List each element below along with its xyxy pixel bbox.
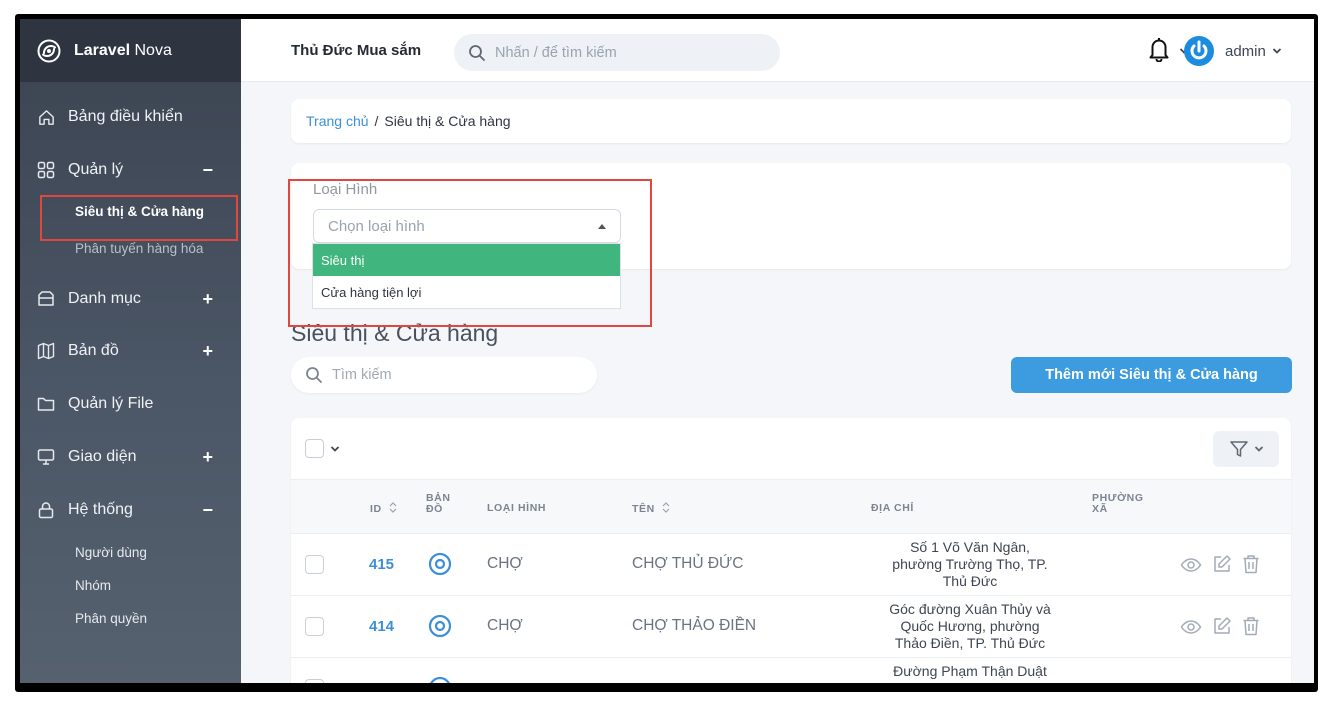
sidebar-item-he-thong[interactable]: Hệ thống − (20, 495, 241, 525)
trash-icon[interactable] (1242, 554, 1260, 574)
sidebar-item-label: Quản lý (68, 161, 124, 178)
table-toolbar (291, 418, 1291, 480)
lock-icon (36, 500, 56, 520)
row-id-link[interactable]: 414 (369, 618, 394, 635)
collapse-toggle[interactable]: − (202, 500, 213, 521)
sidebar-item-label: Hệ thống (68, 501, 133, 518)
sidebar-item-quan-ly-file[interactable]: Quản lý File (20, 389, 241, 419)
top-header: Thủ Đức Mua sắm Nhấn / để tìm kiếm admin (241, 19, 1314, 82)
row-id-link[interactable]: 415 (369, 556, 394, 573)
sort-icon (662, 502, 670, 513)
table-row: Đường Phạm Thận Duật (291, 658, 1291, 683)
row-address: Số 1 Võ Văn Ngân, phường Trường Thọ, TP. T… (892, 539, 1048, 589)
chevron-down-icon (1254, 446, 1263, 452)
breadcrumb-home-link[interactable]: Trang chủ (306, 113, 369, 129)
resource-table: ID BẢN ĐỒ LOẠI HÌNH TÊN ĐỊA CHỈ PHƯỜNG XÃ … (291, 418, 1291, 683)
search-icon (469, 44, 485, 61)
filter-button[interactable] (1213, 431, 1279, 467)
power-avatar-icon (1184, 36, 1214, 66)
file-folder-icon (36, 394, 56, 414)
search-placeholder: Nhấn / để tìm kiếm (495, 44, 617, 61)
brand[interactable]: Laravel Nova (20, 19, 241, 82)
sidebar-item-dashboard[interactable]: Bảng điều khiển (20, 102, 241, 132)
sidebar-subitem-phan-tuyen[interactable]: Phân tuyến hàng hóa (75, 241, 203, 256)
resource-search-input[interactable]: Tìm kiếm (291, 357, 597, 393)
row-address: Đường Phạm Thận Duật (893, 663, 1047, 679)
add-store-button[interactable]: Thêm mới Siêu thị & Cửa hàng (1011, 357, 1292, 393)
column-header-map: BẢN ĐỒ (426, 492, 451, 515)
breadcrumb-separator: / (374, 113, 379, 129)
column-header-address: ĐỊA CHỈ (871, 502, 914, 514)
table-row: 414 CHỢ CHỢ THẢO ĐIỀN Góc đường Xuân Thủ… (291, 596, 1291, 658)
column-header-type: LOẠI HÌNH (487, 502, 547, 514)
edit-icon[interactable] (1212, 554, 1232, 574)
row-type: CHỢ (487, 617, 523, 634)
expand-toggle[interactable]: + (202, 341, 213, 362)
map-icon (36, 341, 56, 361)
table-row: 415 CHỢ CHỢ THỦ ĐỨC Số 1 Võ Văn Ngân, phư… (291, 534, 1291, 596)
brand-name: Laravel Nova (74, 41, 172, 59)
map-pin-icon[interactable] (428, 676, 452, 683)
user-menu[interactable]: admin (1183, 35, 1282, 67)
map-pin-icon[interactable] (428, 552, 452, 576)
row-name: CHỢ THẢO ĐIỀN (632, 617, 757, 634)
sidebar: Laravel Nova Bảng điều khiển Quản lý − S… (20, 19, 241, 683)
chevron-down-icon (330, 445, 340, 452)
highlight-box-filter (288, 179, 652, 327)
global-search-input[interactable]: Nhấn / để tìm kiếm (454, 34, 780, 71)
grid-icon (36, 160, 56, 180)
breadcrumb: Trang chủ / Siêu thị & Cửa hàng (291, 99, 1291, 143)
user-name: admin (1225, 42, 1266, 60)
column-header-ward: PHƯỜNG XÃ (1092, 492, 1144, 515)
row-checkbox[interactable] (305, 679, 324, 683)
sidebar-subitem-nhom[interactable]: Nhóm (75, 578, 111, 593)
row-address: Góc đường Xuân Thủy và Quốc Hương, phường… (889, 601, 1051, 651)
collapse-toggle[interactable]: − (202, 160, 213, 181)
bell-icon (1149, 38, 1169, 63)
table-header: ID BẢN ĐỒ LOẠI HÌNH TÊN ĐỊA CHỈ PHƯỜNG XÃ (291, 480, 1291, 534)
chevron-down-icon (1272, 48, 1281, 54)
map-pin-icon[interactable] (428, 614, 452, 638)
row-checkbox[interactable] (305, 555, 324, 574)
nova-logo-icon (37, 39, 61, 62)
home-icon (36, 107, 56, 127)
team-name: Thủ Đức Mua sắm (291, 42, 422, 59)
select-all-checkbox[interactable] (305, 439, 324, 458)
view-eye-icon[interactable] (1180, 555, 1202, 575)
search-placeholder: Tìm kiếm (332, 367, 392, 383)
row-checkbox[interactable] (305, 617, 324, 636)
expand-toggle[interactable]: + (202, 447, 213, 468)
sidebar-item-danh-muc[interactable]: Danh mục + (20, 284, 241, 314)
edit-icon[interactable] (1212, 616, 1232, 636)
folder-icon (36, 289, 56, 309)
sidebar-item-label: Bảng điều khiển (68, 108, 183, 125)
row-name: CHỢ THỦ ĐỨC (632, 555, 744, 572)
app-window: Laravel Nova Bảng điều khiển Quản lý − S… (20, 19, 1314, 683)
column-header-name[interactable]: TÊN (632, 502, 670, 515)
sidebar-item-quan-ly[interactable]: Quản lý − (20, 155, 241, 185)
row-type: CHỢ (487, 555, 523, 572)
highlight-box-sidebar (40, 195, 238, 241)
funnel-icon (1229, 441, 1248, 457)
trash-icon[interactable] (1242, 616, 1260, 636)
view-eye-icon[interactable] (1180, 617, 1202, 637)
breadcrumb-current: Siêu thị & Cửa hàng (384, 113, 511, 129)
sidebar-subitem-phan-quyen[interactable]: Phân quyền (75, 611, 147, 626)
column-header-id[interactable]: ID (370, 502, 397, 515)
search-icon (306, 367, 322, 383)
sort-icon (389, 502, 397, 513)
sidebar-subitem-nguoi-dung[interactable]: Người dùng (75, 545, 147, 560)
expand-toggle[interactable]: + (202, 289, 213, 310)
monitor-icon (36, 447, 56, 467)
sidebar-item-label: Quản lý File (68, 395, 154, 412)
sidebar-item-giao-dien[interactable]: Giao diện + (20, 442, 241, 472)
sidebar-item-ban-do[interactable]: Bản đồ + (20, 336, 241, 366)
sidebar-item-label: Giao diện (68, 448, 137, 465)
sidebar-item-label: Bản đồ (68, 342, 119, 359)
select-all-control[interactable] (305, 439, 340, 458)
sidebar-item-label: Danh mục (68, 290, 141, 307)
